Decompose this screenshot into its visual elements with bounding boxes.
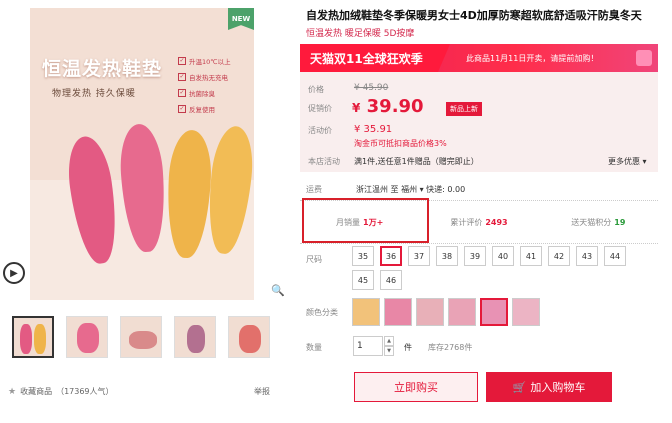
review-count[interactable]: 累计评价 2493: [419, 217, 538, 228]
feature-item: ✓ 抗菌除臭: [178, 89, 215, 98]
banner-main-text: 天猫双11全球狂欢季: [300, 44, 450, 72]
color-swatch[interactable]: [384, 298, 412, 326]
main-product-image[interactable]: NEW 恒温发热鞋垫 物理发热 持久保暖 ✓ 升温10℃以上 ✓ 自发热无充电 ✓ 抗…: [30, 8, 254, 300]
promo-banner: 天猫双11全球狂欢季 此商品11月11日开卖，请提前加购！: [300, 44, 658, 72]
shipping-route[interactable]: 浙江温州 至 福州 ▾ 快递: 0.00: [356, 184, 465, 195]
thumbnail-strip: [12, 316, 270, 358]
promo-title: 恒温发热鞋垫: [42, 58, 163, 80]
chevron-down-icon[interactable]: ▼: [384, 346, 394, 356]
check-icon: ✓: [178, 105, 186, 113]
activity-price-label: 活动价: [308, 126, 332, 135]
price-tag: 新品上新: [446, 102, 482, 116]
feature-item: ✓ 升温10℃以上: [178, 57, 231, 66]
shipping-row: 运费 浙江温州 至 福州 ▾ 快递: 0.00: [306, 184, 465, 195]
add-to-cart-button[interactable]: 🛒 加入购物车: [486, 372, 612, 402]
size-label: 尺码: [306, 255, 322, 264]
color-swatch[interactable]: [352, 298, 380, 326]
thumbnail[interactable]: [66, 316, 108, 358]
add-to-cart-label: 加入购物车: [530, 381, 586, 394]
activity-price: ¥ 35.91: [354, 124, 393, 135]
thumbnail[interactable]: [12, 316, 54, 358]
size-option[interactable]: 39: [464, 246, 486, 266]
video-play-icon[interactable]: ▶: [3, 262, 25, 284]
product-subtitle: 恒温发热 暖足保暖 5D按摩: [306, 29, 415, 39]
quantity-label: 数量: [306, 343, 322, 352]
check-icon: ✓: [178, 89, 186, 97]
star-icon: ★: [8, 386, 17, 397]
price-panel: 价格 ¥ 45.90 促销价 ¥ 39.90 新品上新 活动价 ¥ 35.91 …: [300, 72, 658, 172]
color-swatch[interactable]: [480, 298, 508, 326]
color-swatch[interactable]: [448, 298, 476, 326]
thumbnail[interactable]: [120, 316, 162, 358]
size-option[interactable]: 38: [436, 246, 458, 266]
feature-item: ✓ 自发热无充电: [178, 73, 228, 82]
promo-subtitle: 物理发热 持久保暖: [52, 89, 136, 99]
favorite-count: （17369人气）: [56, 387, 114, 396]
feature-list: ✓ 升温10℃以上 ✓ 自发热无充电 ✓ 抗菌除臭 ✓ 反复使用: [178, 56, 250, 120]
size-option[interactable]: 45: [352, 270, 374, 290]
size-option[interactable]: 44: [604, 246, 626, 266]
current-price: ¥ 39.90: [352, 96, 424, 117]
size-option[interactable]: 36: [380, 246, 402, 266]
more-offers-link[interactable]: 更多优惠 ▾: [608, 156, 647, 167]
quantity-stepper[interactable]: ▲ ▼: [384, 336, 394, 356]
new-badge: NEW: [228, 8, 254, 30]
report-link[interactable]: 举报: [254, 386, 270, 397]
gift-icon: [636, 50, 652, 66]
size-option[interactable]: 40: [492, 246, 514, 266]
chevron-up-icon[interactable]: ▲: [384, 336, 394, 346]
size-option[interactable]: 35: [352, 246, 374, 266]
color-label: 颜色分类: [306, 308, 338, 317]
check-icon: ✓: [178, 57, 186, 65]
store-activity: 满1件,送任意1件赠品（赠完即止）: [354, 157, 479, 166]
quantity-input[interactable]: 1: [353, 336, 383, 356]
current-price-label: 促销价: [308, 104, 332, 113]
thumbnail[interactable]: [174, 316, 216, 358]
thumbnail[interactable]: [228, 316, 270, 358]
feature-item: ✓ 反复使用: [178, 105, 215, 114]
coin-note: 淘金币可抵扣商品价格3%: [354, 139, 447, 148]
shipping-label: 运费: [306, 185, 322, 194]
points: 送天猫积分 19: [571, 217, 626, 227]
check-icon: ✓: [178, 73, 186, 81]
sales-highlight-box: [302, 198, 429, 243]
size-options: 35 36 37 38 39 40 41 42 43 44 45 46: [352, 246, 652, 290]
product-title: 自发热加绒鞋垫冬季保暖男女士4D加厚防寒超软底舒适吸汗防臭冬天: [306, 9, 642, 22]
zoom-icon[interactable]: 🔍: [271, 284, 285, 297]
size-option[interactable]: 41: [520, 246, 542, 266]
store-activity-label: 本店活动: [308, 157, 340, 166]
cart-icon: 🛒: [512, 380, 527, 394]
size-option[interactable]: 43: [576, 246, 598, 266]
size-option[interactable]: 37: [408, 246, 430, 266]
color-swatch[interactable]: [416, 298, 444, 326]
favorite-label: 收藏商品: [20, 387, 53, 396]
size-option[interactable]: 42: [548, 246, 570, 266]
original-price-label: 价格: [308, 85, 324, 94]
stock-count: 库存2768件: [428, 343, 473, 352]
original-price: ¥ 45.90: [354, 83, 389, 93]
buy-now-button[interactable]: 立即购买: [354, 372, 478, 402]
size-option[interactable]: 46: [380, 270, 402, 290]
banner-note: 此商品11月11日开卖，请提前加购！: [466, 53, 599, 63]
color-options: [352, 298, 540, 326]
quantity-unit: 件: [404, 343, 412, 352]
favorite-row[interactable]: ★ 收藏商品 （17369人气）: [8, 386, 114, 397]
color-swatch[interactable]: [512, 298, 540, 326]
